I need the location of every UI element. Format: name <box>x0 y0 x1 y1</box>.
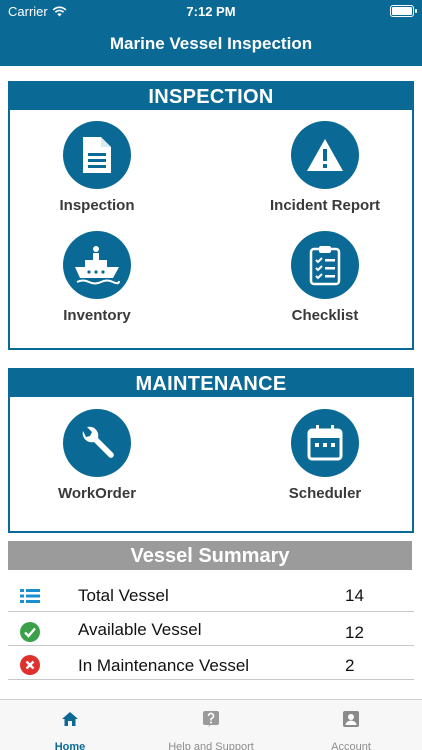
workorder-tile-label: WorkOrder <box>57 485 137 502</box>
tab-help-and-support[interactable]: Help and Support <box>141 700 281 750</box>
inventory-tile[interactable]: Inventory <box>0 231 197 324</box>
clipboard-icon <box>291 231 359 299</box>
tab-home[interactable]: Home <box>0 700 140 750</box>
calendar-icon <box>291 409 359 477</box>
summary-row-label: In Maintenance Vessel <box>78 656 250 675</box>
check-circle-icon <box>20 622 40 642</box>
summary-row-label: Available Vessel <box>78 620 202 639</box>
inspection-panel: INSPECTION Inspection Incident Report In… <box>8 81 414 350</box>
wrench-icon <box>63 409 131 477</box>
battery-icon <box>390 5 417 17</box>
summary-row-available[interactable]: Available Vessel 12 <box>8 612 414 646</box>
tab-help-label: Help and Support <box>168 741 254 750</box>
tab-home-label: Home <box>54 741 86 750</box>
error-circle-icon <box>20 655 40 675</box>
checklist-tile-label: Checklist <box>291 307 359 324</box>
warning-icon <box>291 121 359 189</box>
inspection-tile[interactable]: Inspection <box>0 121 197 214</box>
status-time: 7:12 PM <box>186 4 236 19</box>
document-icon <box>63 121 131 189</box>
tab-account-label: Account <box>331 741 371 750</box>
navigation-bar: Marine Vessel Inspection <box>0 22 422 66</box>
inventory-tile-label: Inventory <box>63 307 131 324</box>
checklist-tile[interactable]: Checklist <box>225 231 422 324</box>
summary-row-count: 2 <box>345 656 355 675</box>
status-bar: Carrier 7:12 PM <box>0 0 422 22</box>
maintenance-panel-title: MAINTENANCE <box>10 370 412 397</box>
maintenance-panel: MAINTENANCE WorkOrder Scheduler <box>8 368 414 533</box>
home-icon <box>62 712 78 726</box>
vessel-summary-title: Vessel Summary <box>8 541 412 570</box>
help-icon <box>203 711 219 727</box>
summary-row-count: 12 <box>345 623 364 642</box>
tab-account[interactable]: Account <box>281 700 421 750</box>
inspection-panel-title: INSPECTION <box>10 83 412 110</box>
summary-row-label: Total Vessel <box>78 586 169 605</box>
list-icon <box>20 589 40 603</box>
ship-icon <box>63 231 131 299</box>
workorder-tile[interactable]: WorkOrder <box>0 409 197 502</box>
account-icon <box>343 711 359 727</box>
summary-row-total[interactable]: Total Vessel 14 <box>8 578 414 612</box>
tab-bar: Home Help and Support Account <box>0 699 422 750</box>
scheduler-tile-label: Scheduler <box>288 485 362 502</box>
inspection-tile-label: Inspection <box>59 197 135 214</box>
incident-report-tile-label: Incident Report <box>269 197 380 214</box>
page-title: Marine Vessel Inspection <box>109 34 313 53</box>
summary-row-maintenance[interactable]: In Maintenance Vessel 2 <box>8 646 414 680</box>
incident-report-tile[interactable]: Incident Report <box>225 121 422 214</box>
summary-row-count: 14 <box>345 586 364 605</box>
scheduler-tile[interactable]: Scheduler <box>225 409 422 502</box>
